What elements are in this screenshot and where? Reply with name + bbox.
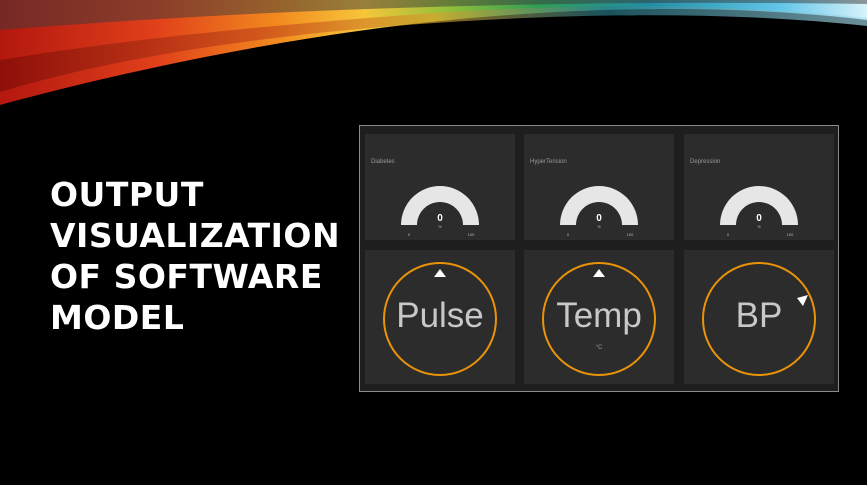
decorative-swoosh — [0, 0, 867, 105]
gauge-depression: 0 % 0 100 — [720, 186, 798, 237]
dial-unit: °C — [595, 345, 603, 351]
gauge-min: 0 — [727, 232, 730, 237]
marker-icon — [593, 269, 605, 277]
dial-card-bp: BP — [684, 250, 834, 384]
gauge-value: 0 — [756, 213, 762, 224]
gauge-unit: % — [757, 224, 761, 229]
gauge-max: 100 — [627, 232, 634, 237]
gauge-card-diabetes: Diabetes 0 % 0 100 — [365, 134, 515, 240]
slide-title-line-4: MODEL — [50, 298, 185, 337]
dial-label: Pulse — [396, 296, 484, 335]
gauge-unit: % — [438, 224, 442, 229]
gauge-unit: % — [597, 224, 601, 229]
dial-card-pulse: Pulse — [365, 250, 515, 384]
dashboard-screenshot: Diabetes 0 % 0 100 HyperTension 0 % 0 10… — [359, 125, 839, 392]
marker-icon — [434, 269, 446, 277]
slide-title-line-3: OF SOFTWARE — [50, 257, 323, 296]
gauge-max: 100 — [468, 232, 475, 237]
dial-label: Temp — [556, 296, 642, 335]
dial-label: BP — [735, 296, 783, 335]
slide-title: OUTPUT VISUALIZATION OF SOFTWARE MODEL — [50, 174, 350, 338]
gauge-diabetes: 0 % 0 100 — [401, 186, 479, 237]
gauge-value: 0 — [437, 213, 443, 224]
gauge-value: 0 — [596, 213, 602, 224]
gauge-min: 0 — [567, 232, 570, 237]
gauge-hypertension: 0 % 0 100 — [560, 186, 638, 237]
gauge-card-hypertension: HyperTension 0 % 0 100 — [524, 134, 674, 240]
gauge-min: 0 — [408, 232, 411, 237]
gauge-max: 100 — [787, 232, 794, 237]
gauge-card-depression: Depression 0 % 0 100 — [684, 134, 834, 240]
slide-title-line-2: VISUALIZATION — [50, 216, 341, 255]
dial-card-temp: Temp °C — [524, 250, 674, 384]
slide-title-line-1: OUTPUT — [50, 175, 204, 214]
